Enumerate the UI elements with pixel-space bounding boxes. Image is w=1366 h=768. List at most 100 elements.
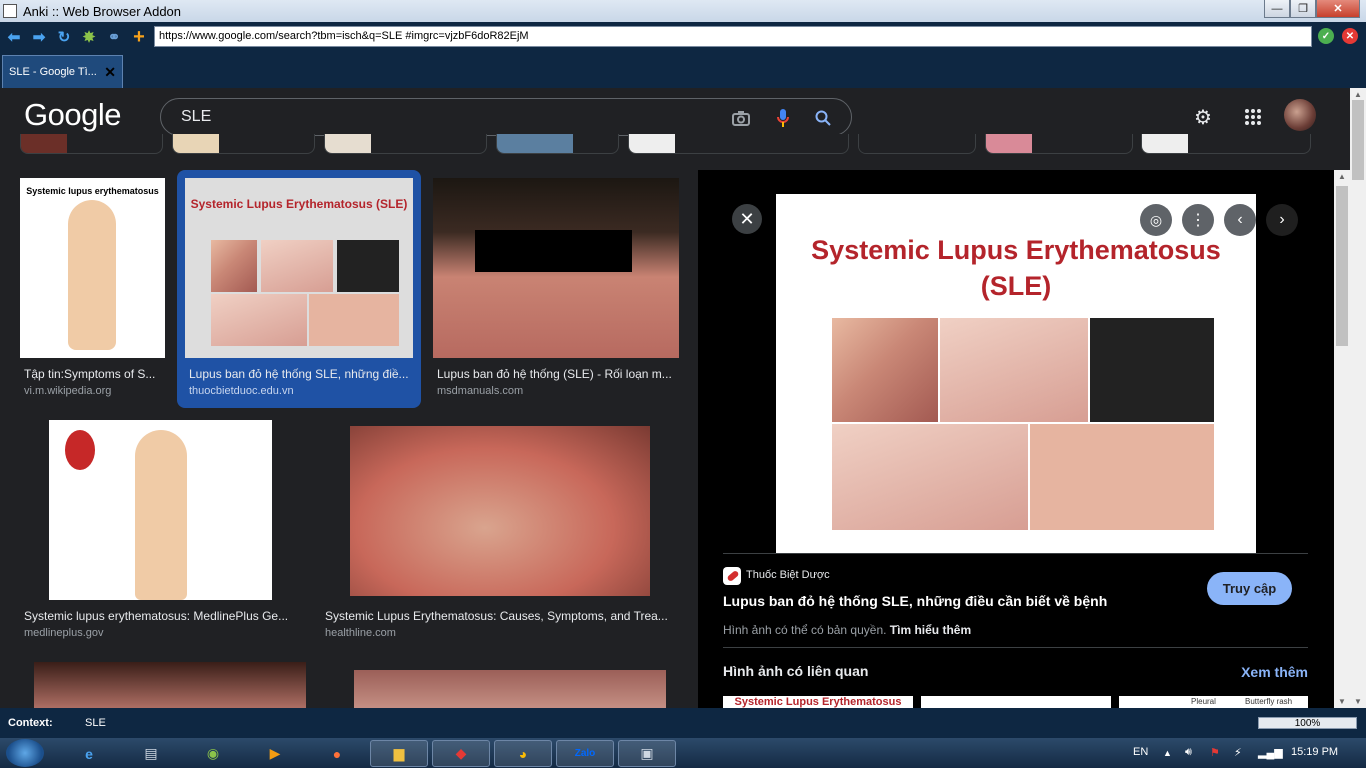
context-bar: Context: SLE 100%	[0, 708, 1366, 738]
result-thumbnail[interactable]	[433, 178, 679, 358]
related-thumbnail[interactable]: Systemic Lupus Erythematosus	[723, 696, 913, 708]
clock[interactable]: 15:19 PM	[1291, 746, 1338, 758]
context-value: SLE	[85, 717, 106, 729]
search-icon[interactable]	[812, 107, 834, 129]
notes-icon[interactable]: ▤	[122, 740, 180, 767]
result-thumbnail[interactable]	[350, 426, 650, 596]
result-thumbnail[interactable]	[34, 662, 306, 708]
app-icon[interactable]: ◉	[184, 740, 242, 767]
lens-icon[interactable]: ◎	[1140, 204, 1172, 236]
camera-icon[interactable]	[730, 107, 752, 129]
tab-close-icon[interactable]: ✕	[104, 64, 116, 81]
ok-icon[interactable]: ✓	[1318, 28, 1334, 44]
result-item[interactable]: Systemic Lupus Erythematosus: Causes, Sy…	[315, 412, 685, 652]
chip[interactable]	[628, 134, 849, 154]
result-item[interactable]: Systemic lupus erythematosus: MedlinePlu…	[14, 412, 304, 652]
signal-icon[interactable]: ▂▄▆	[1258, 746, 1283, 759]
result-title[interactable]: Lupus ban đỏ hệ thống (SLE) - Rối loạn m…	[437, 367, 677, 381]
chrome-icon[interactable]: ◕	[494, 740, 552, 767]
power-icon[interactable]: ⚡︎	[1234, 746, 1242, 759]
settings-gear-icon[interactable]: ✸	[78, 26, 100, 48]
explorer-icon[interactable]: ▆	[370, 740, 428, 767]
result-title[interactable]: Tập tin:Symptoms of S...	[24, 367, 169, 381]
result-item[interactable]: Systemic lupus erythematosus Tập tin:Sym…	[14, 170, 172, 410]
google-logo[interactable]: Google	[24, 97, 121, 133]
forward-icon[interactable]: ➡	[28, 26, 50, 48]
previous-icon[interactable]: ‹	[1224, 204, 1256, 236]
window-titlebar: Anki :: Web Browser Addon — ❐ ✕	[0, 0, 1366, 22]
result-thumbnail[interactable]: Systemic lupus erythematosus	[20, 178, 165, 358]
related-thumb-label: Pleural	[1191, 697, 1216, 706]
ie-icon[interactable]: e	[60, 740, 118, 767]
chip[interactable]	[324, 134, 487, 154]
back-icon[interactable]: ⬅	[3, 26, 25, 48]
preview-image[interactable]: Systemic Lupus Erythematosus (SLE)	[776, 194, 1256, 554]
tray-arrow-icon[interactable]: ▲	[1163, 748, 1172, 758]
windows-taskbar: e ▤ ◉ ▶ ● ▆ ◆ ◕ Zalo ▣ EN ▲ 🔊︎ ⚑ ⚡︎ ▂▄▆ …	[0, 738, 1366, 768]
app-icon	[3, 4, 17, 18]
maximize-button[interactable]: ❐	[1290, 0, 1316, 18]
stop-icon[interactable]: ✕	[1342, 28, 1358, 44]
chip[interactable]	[985, 134, 1133, 154]
related-images-title: Hình ảnh có liên quan	[723, 663, 869, 679]
close-window-button[interactable]: ✕	[1316, 0, 1360, 18]
apps-grid-icon[interactable]	[1240, 104, 1266, 130]
network-icon[interactable]: ⚑	[1210, 746, 1220, 759]
preview-headline[interactable]: Lupus ban đỏ hệ thống SLE, những điều cầ…	[723, 593, 1107, 609]
panel-scrollbar[interactable]: ▲ ▼	[1334, 170, 1350, 708]
site-name[interactable]: Thuốc Biệt Dược	[746, 569, 830, 581]
chip[interactable]	[20, 134, 163, 154]
more-options-icon[interactable]: ⋮	[1182, 204, 1214, 236]
firefox-icon[interactable]: ●	[308, 740, 366, 767]
settings-icon[interactable]: ⚙	[1190, 104, 1216, 130]
related-thumbnail[interactable]	[921, 696, 1111, 708]
close-preview-icon[interactable]: ✕	[732, 204, 762, 234]
window-icon[interactable]: ▣	[618, 740, 676, 767]
language-indicator[interactable]: EN	[1133, 746, 1148, 758]
anki-icon[interactable]: ◆	[432, 740, 490, 767]
result-title[interactable]: Systemic Lupus Erythematosus: Causes, Sy…	[325, 609, 680, 623]
scroll-down-icon[interactable]: ▼	[1354, 697, 1362, 706]
media-player-icon[interactable]: ▶	[246, 740, 304, 767]
related-thumbnail[interactable]: Pleural Butterfly rash	[1119, 696, 1308, 708]
scroll-down-icon[interactable]: ▼	[1338, 697, 1346, 706]
zoom-indicator[interactable]: 100%	[1258, 717, 1357, 729]
result-thumbnail[interactable]: Systemic Lupus Erythematosus (SLE)	[185, 178, 413, 358]
visit-button[interactable]: Truy cập	[1207, 572, 1292, 605]
chip[interactable]	[858, 134, 976, 154]
start-button[interactable]	[6, 739, 44, 767]
scroll-up-icon[interactable]: ▲	[1338, 172, 1346, 181]
page-scrollbar[interactable]: ▲ ▼	[1350, 88, 1366, 708]
result-item[interactable]: Lupus ban đỏ hệ thống (SLE) - Rối loạn m…	[427, 170, 685, 410]
result-source: msdmanuals.com	[437, 385, 524, 397]
reload-icon[interactable]: ↻	[53, 26, 75, 48]
result-item-selected[interactable]: Systemic Lupus Erythematosus (SLE) Lupus…	[177, 170, 421, 408]
panel-scroll-thumb[interactable]	[1336, 186, 1348, 346]
bookmark-icon[interactable]: ⚭	[103, 26, 125, 48]
minimize-button[interactable]: —	[1264, 0, 1290, 18]
result-thumbnail[interactable]	[354, 670, 666, 708]
url-field[interactable]: https://www.google.com/search?tbm=isch&q…	[154, 26, 1312, 47]
chip[interactable]	[1141, 134, 1311, 154]
see-more-link[interactable]: Xem thêm	[1241, 664, 1308, 680]
result-source: vi.m.wikipedia.org	[24, 385, 112, 397]
search-box[interactable]: SLE	[160, 98, 852, 136]
result-thumbnail[interactable]	[49, 420, 272, 600]
scroll-up-icon[interactable]: ▲	[1354, 90, 1362, 99]
microphone-icon[interactable]	[772, 107, 794, 129]
volume-icon[interactable]: 🔊︎	[1185, 746, 1192, 759]
tab-sle[interactable]: SLE - Google Tì... ✕	[2, 55, 123, 88]
result-title[interactable]: Systemic lupus erythematosus: MedlinePlu…	[24, 609, 299, 623]
zalo-icon[interactable]: Zalo	[556, 740, 614, 767]
avatar[interactable]	[1284, 99, 1316, 131]
result-source: medlineplus.gov	[24, 627, 104, 639]
next-icon[interactable]: ›	[1266, 204, 1298, 236]
page-scroll-thumb[interactable]	[1352, 100, 1364, 180]
result-title[interactable]: Lupus ban đỏ hệ thống SLE, những điề...	[189, 367, 411, 381]
preview-panel: ✕ Systemic Lupus Erythematosus (SLE) ◎ ⋮…	[698, 170, 1334, 708]
chip[interactable]	[172, 134, 315, 154]
add-icon[interactable]: +	[128, 26, 150, 48]
chip[interactable]	[496, 134, 619, 154]
learn-more-link[interactable]: Tìm hiểu thêm	[890, 623, 971, 637]
search-input[interactable]: SLE	[181, 108, 211, 126]
